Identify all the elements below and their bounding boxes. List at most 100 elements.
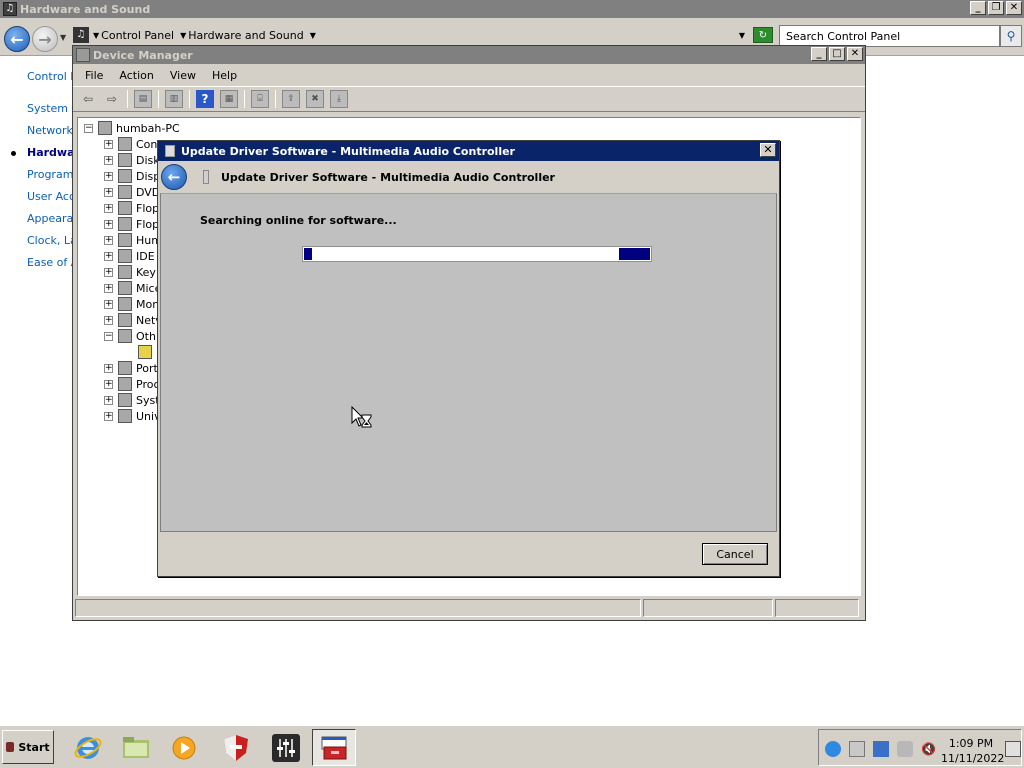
back-arrow-icon[interactable]: ⇦ — [79, 90, 97, 108]
help-icon[interactable]: ? — [196, 90, 214, 108]
start-button[interactable]: Start — [2, 730, 54, 764]
menu-view[interactable]: View — [162, 69, 204, 82]
nav-hardware[interactable]: Hardwa — [27, 146, 72, 159]
expand-icon[interactable]: + — [104, 283, 113, 293]
expand-icon[interactable]: + — [104, 411, 113, 421]
tree-item[interactable]: + IDE — [104, 248, 155, 264]
expand-icon[interactable]: + — [104, 171, 113, 181]
nav-control-panel-home[interactable]: Control P — [27, 70, 72, 83]
tree-item[interactable]: + Flop — [104, 216, 159, 232]
collapse-icon[interactable]: − — [84, 123, 93, 133]
nav-programs[interactable]: Programs — [27, 168, 72, 181]
expand-icon[interactable]: + — [104, 315, 113, 325]
tree-root-label: humbah-PC — [116, 121, 180, 135]
tree-item[interactable]: − Oth — [104, 328, 156, 344]
tree-item[interactable]: + Proc — [104, 376, 160, 392]
tree-item[interactable]: + Hum — [104, 232, 162, 248]
expand-icon[interactable]: + — [104, 139, 113, 149]
expand-icon[interactable]: + — [104, 219, 113, 229]
dm-maximize-button[interactable]: □ — [829, 47, 845, 61]
close-button[interactable]: ✕ — [1006, 1, 1022, 15]
tree-item[interactable]: + Disp — [104, 168, 160, 184]
internet-explorer-button[interactable] — [66, 729, 110, 766]
tree-item[interactable]: + Univ — [104, 408, 161, 424]
search-icon[interactable]: ⚲ — [1000, 25, 1022, 47]
tree-item[interactable]: + Key — [104, 264, 156, 280]
tree-item[interactable]: + Disk — [104, 152, 160, 168]
tree-item[interactable]: + Syst — [104, 392, 160, 408]
dm-minimize-button[interactable]: _ — [811, 47, 827, 61]
search-input[interactable]: Search Control Panel — [779, 25, 1000, 47]
tree-root[interactable]: − humbah-PC — [84, 120, 180, 136]
properties-icon[interactable]: ▥ — [165, 90, 183, 108]
nav-clock[interactable]: Clock, La — [27, 234, 72, 247]
update-driver-icon[interactable]: ⇪ — [282, 90, 300, 108]
security-app-button[interactable] — [214, 729, 258, 766]
expand-icon[interactable]: + — [104, 363, 113, 373]
uninstall-device-icon[interactable]: ✖ — [306, 90, 324, 108]
nav-ease-of-access[interactable]: Ease of A — [27, 256, 72, 269]
tree-item[interactable]: + DVD — [104, 184, 160, 200]
network-connection-icon[interactable] — [873, 741, 889, 757]
dialog-close-button[interactable]: ✕ — [760, 143, 776, 157]
disable-device-icon[interactable]: ⤓ — [330, 90, 348, 108]
expand-icon[interactable]: + — [104, 299, 113, 309]
control-panel-icon: ♫ — [73, 27, 89, 43]
volume-muted-icon[interactable]: 🔇 — [921, 741, 937, 757]
cancel-button[interactable]: Cancel — [702, 543, 768, 565]
show-desktop-icon[interactable] — [1005, 741, 1021, 757]
dm-close-button[interactable]: ✕ — [847, 47, 863, 61]
breadcrumb-hardware-and-sound[interactable]: Hardware and Sound — [188, 29, 303, 42]
forward-button[interactable]: → — [32, 26, 58, 52]
restore-button[interactable]: ❐ — [988, 1, 1004, 15]
expand-icon[interactable]: + — [104, 235, 113, 245]
chevron-down-icon[interactable]: ▼ — [180, 31, 186, 40]
clock[interactable]: 1:09 PM 11/11/2022 — [941, 736, 1004, 766]
menu-file[interactable]: File — [77, 69, 111, 82]
action-pane-icon[interactable]: ▦ — [220, 90, 238, 108]
media-player-button[interactable] — [162, 729, 206, 766]
refresh-icon[interactable]: ↻ — [753, 27, 773, 43]
expand-icon[interactable]: + — [104, 379, 113, 389]
window-controls: _ ❐ ✕ — [970, 1, 1022, 15]
tree-item[interactable]: + Port — [104, 360, 158, 376]
menu-help[interactable]: Help — [204, 69, 245, 82]
mixer-app-button[interactable] — [264, 729, 308, 766]
dialog-back-button[interactable]: ← — [161, 164, 187, 190]
address-dropdown-icon[interactable]: ▼ — [739, 31, 745, 40]
scan-hardware-icon[interactable]: ⌸ — [251, 90, 269, 108]
chevron-down-icon[interactable]: ▼ — [93, 31, 99, 40]
minimize-button[interactable]: _ — [970, 1, 986, 15]
menu-action[interactable]: Action — [111, 69, 161, 82]
forward-arrow-icon[interactable]: ⇨ — [103, 90, 121, 108]
tree-item[interactable]: + Mon — [104, 296, 159, 312]
breadcrumb-control-panel[interactable]: Control Panel — [101, 29, 174, 42]
toolbox-icon — [321, 736, 347, 759]
nav-appearance[interactable]: Appearan — [27, 212, 72, 225]
expand-icon[interactable]: + — [104, 187, 113, 197]
show-hide-tree-icon[interactable]: ▤ — [134, 90, 152, 108]
expand-icon[interactable]: + — [104, 267, 113, 277]
recent-pages-dropdown[interactable]: ▼ — [60, 33, 66, 42]
tree-item[interactable]: + Flop — [104, 200, 159, 216]
tray-app-icon[interactable] — [849, 741, 865, 757]
address-bar[interactable]: ♫ ▼ Control Panel ▼ Hardware and Sound ▼… — [73, 25, 751, 45]
tree-item-unknown-device[interactable] — [138, 344, 156, 360]
expand-icon[interactable]: + — [104, 155, 113, 165]
expand-icon[interactable]: + — [104, 203, 113, 213]
nav-network[interactable]: Network — [27, 124, 72, 137]
tree-item[interactable]: + Con — [104, 136, 157, 152]
nav-system[interactable]: System a — [27, 102, 72, 115]
expand-icon[interactable]: + — [104, 395, 113, 405]
expand-icon[interactable]: + — [104, 251, 113, 261]
device-manager-task-button[interactable] — [312, 729, 356, 766]
chevron-down-icon[interactable]: ▼ — [310, 31, 316, 40]
back-button[interactable]: ← — [4, 26, 30, 52]
nav-user-accounts[interactable]: User Acco — [27, 190, 72, 203]
explorer-button[interactable] — [114, 729, 158, 766]
tree-item[interactable]: + Mice — [104, 280, 161, 296]
collapse-icon[interactable]: − — [104, 331, 113, 341]
tree-item[interactable]: + Netv — [104, 312, 162, 328]
action-center-icon[interactable] — [897, 741, 913, 757]
network-globe-icon[interactable] — [825, 741, 841, 757]
